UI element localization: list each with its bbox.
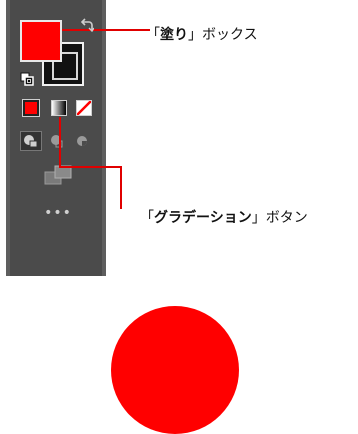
default-fill-stroke-icon[interactable]: [20, 72, 34, 86]
color-button[interactable]: [22, 99, 40, 117]
gradient-callout-open: 「: [140, 210, 154, 226]
draw-normal-button[interactable]: [20, 131, 42, 151]
none-button[interactable]: [76, 100, 92, 116]
swap-arrow-icon[interactable]: [80, 18, 94, 34]
gradient-button-callout: 「グラデーション」ボタン: [140, 209, 308, 227]
fill-box[interactable]: [20, 20, 62, 62]
draw-inside-button[interactable]: [71, 131, 93, 151]
none-slash-icon: [77, 101, 91, 115]
fill-leader-line: [62, 29, 150, 31]
gradient-leader-drop: [120, 166, 122, 209]
fill-callout-open: 「: [146, 27, 160, 43]
gradient-callout-close: 」: [251, 210, 266, 226]
fill-callout-bold: 塗り: [160, 27, 188, 43]
red-circle-shape[interactable]: [111, 306, 239, 434]
gradient-leader-horizontal: [59, 166, 122, 168]
gradient-button[interactable]: [51, 100, 67, 116]
draw-behind-icon: [51, 135, 63, 148]
gradient-callout-suffix: ボタン: [265, 210, 308, 226]
gradient-callout-bold: グラデーション: [154, 210, 252, 226]
fill-callout-close: 」: [188, 27, 202, 43]
draw-inside-icon: [77, 136, 87, 146]
gradient-leader-vertical: [59, 117, 61, 167]
draw-normal-icon: [24, 135, 38, 148]
fill-callout-suffix: ボックス: [202, 27, 258, 43]
draw-behind-button[interactable]: [47, 131, 69, 151]
fill-box-callout: 「塗り」ボックス: [146, 26, 258, 44]
more-tools-button[interactable]: •••: [44, 205, 72, 221]
